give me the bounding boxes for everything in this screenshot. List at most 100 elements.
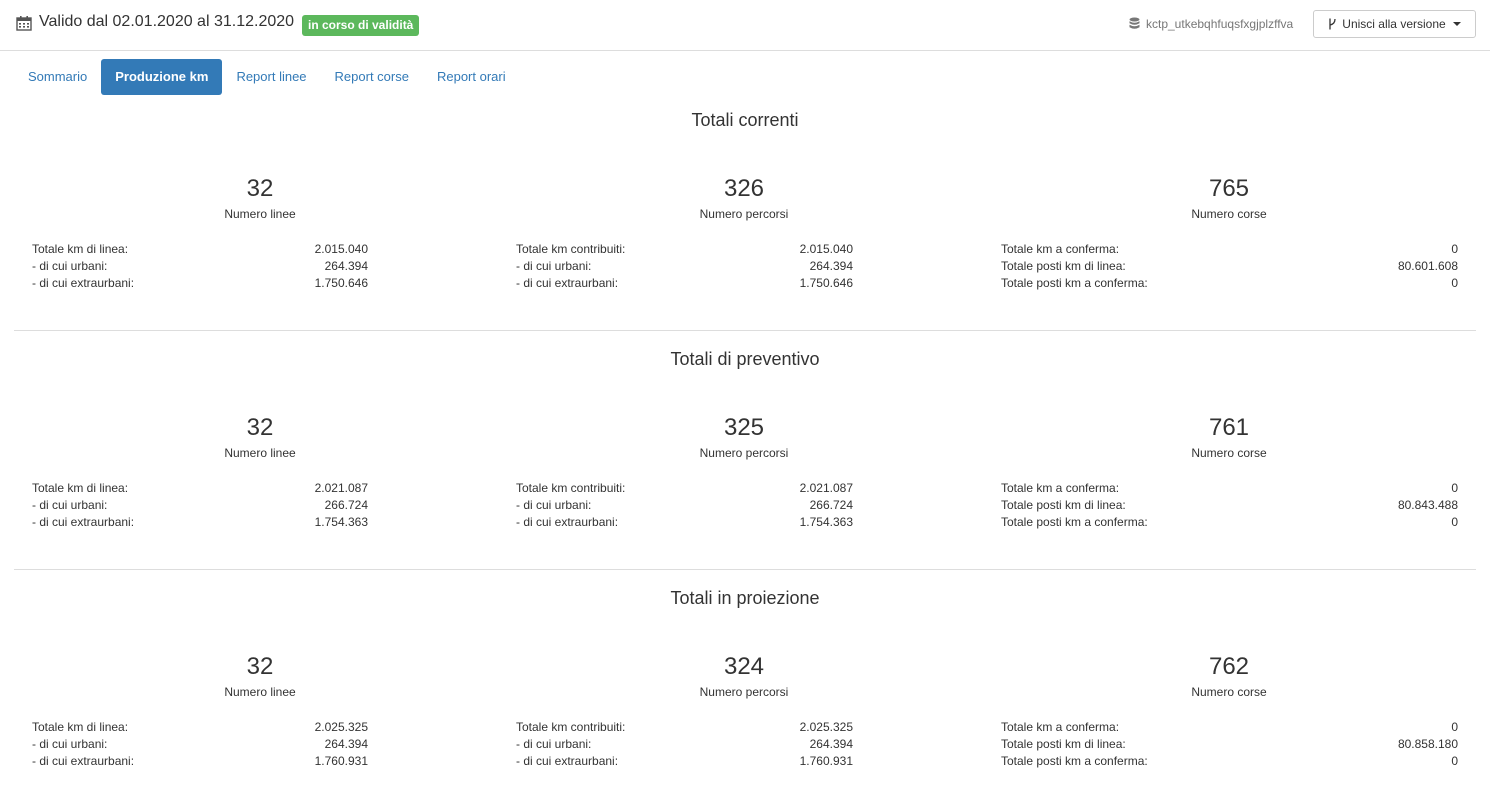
stat-value: 2.015.040 (799, 242, 853, 256)
stat-value: 80.843.488 (1397, 498, 1458, 512)
lines-count: 32 (246, 653, 274, 680)
validity-period: Valido dal 02.01.2020 al 31.12.2020 (39, 13, 295, 30)
stat-label: Totale km a conferma: (1001, 720, 1120, 734)
status-badge: in corso di validità (302, 15, 420, 36)
stat-label: Totale km contribuiti: (516, 481, 626, 495)
lines-count-label: Numero linee (224, 685, 296, 699)
stat-value: 1.750.646 (314, 276, 368, 290)
stat-value: 0 (1451, 242, 1458, 256)
stat-value: 1.760.931 (799, 754, 853, 768)
stat-label: - di cui urbani: (516, 737, 592, 751)
stat-value: 266.724 (809, 498, 853, 512)
stat-value: 1.754.363 (314, 515, 368, 529)
stat-row: Totale posti km a conferma: 0 (1001, 275, 1458, 292)
stat-value: 1.754.363 (799, 515, 853, 529)
totals-section-2: Totali di preventivo 32 Numero linee Tot… (14, 331, 1476, 570)
stat-label: - di cui urbani: (32, 737, 108, 751)
stat-label: - di cui extraurbani: (516, 515, 619, 529)
stat-row: Totale posti km di linea: 80.843.488 (1001, 497, 1458, 514)
stat-row: Totale km a conferma: 0 (1001, 480, 1458, 497)
stat-row: Totale km contribuiti: 2.015.040 (516, 241, 853, 258)
stat-value: 266.724 (324, 498, 368, 512)
routes-count-label: Numero percorsi (699, 685, 789, 699)
trips-count: 762 (1208, 653, 1250, 680)
stat-value: 2.025.325 (314, 720, 368, 734)
trips-km-list: Totale km a conferma: 0 Totale posti km di… (1001, 241, 1458, 292)
stat-label: - di cui extraurbani: (32, 754, 135, 768)
stat-row: - di cui urbani: 264.394 (516, 736, 853, 753)
stat-row: - di cui urbani: 264.394 (32, 258, 368, 275)
stat-label: Totale km di linea: (32, 481, 129, 495)
stat-label: Totale km a conferma: (1001, 242, 1120, 256)
stat-row: Totale km di linea: 2.015.040 (32, 241, 368, 258)
stat-label: - di cui urbani: (516, 259, 592, 273)
trips-count: 765 (1208, 175, 1250, 202)
stat-row: Totale posti km di linea: 80.601.608 (1001, 258, 1458, 275)
chevron-down-icon (1452, 22, 1461, 26)
stat-value: 0 (1451, 515, 1458, 529)
routes-count-label: Numero percorsi (699, 207, 789, 221)
stat-value: 264.394 (809, 259, 853, 273)
stat-label: - di cui urbani: (32, 498, 108, 512)
trips-count-label: Numero corse (1191, 207, 1267, 221)
section-title: Totali in proiezione (670, 588, 820, 608)
stat-row: Totale km di linea: 2.021.087 (32, 480, 368, 497)
routes-km-list: Totale km contribuiti: 2.025.325 - di cui … (516, 719, 853, 770)
tab-report-corse[interactable]: Report corse (321, 59, 423, 95)
stat-label: - di cui extraurbani: (516, 754, 619, 768)
stat-label: Totale km contribuiti: (516, 720, 626, 734)
stat-value: 2.015.040 (314, 242, 368, 256)
stat-row: Totale posti km a conferma: 0 (1001, 514, 1458, 531)
lines-count-label: Numero linee (224, 207, 296, 221)
trips-km-list: Totale km a conferma: 0 Totale posti km di… (1001, 480, 1458, 531)
routes-count-label: Numero percorsi (699, 446, 789, 460)
tab-report-orari[interactable]: Report orari (423, 59, 520, 95)
stat-value: 0 (1451, 720, 1458, 734)
tab-produzione-km[interactable]: Produzione km (101, 59, 223, 95)
stat-row: Totale km di linea: 2.025.325 (32, 719, 368, 736)
stat-value: 1.750.646 (799, 276, 853, 290)
stat-label: Totale posti km a conferma: (1001, 754, 1148, 768)
trips-km-list: Totale km a conferma: 0 Totale posti km di… (1001, 719, 1458, 770)
stat-value: 2.025.325 (799, 720, 853, 734)
stat-value: 1.760.931 (314, 754, 368, 768)
report-tabs: Sommario Produzione km Report linee Repo… (14, 59, 520, 95)
routes-km-list: Totale km contribuiti: 2.021.087 - di cui … (516, 480, 853, 531)
stat-row: - di cui urbani: 264.394 (32, 736, 368, 753)
stat-row: - di cui urbani: 266.724 (32, 497, 368, 514)
stat-label: - di cui urbani: (32, 259, 108, 273)
stat-value: 264.394 (324, 259, 368, 273)
lines-km-list: Totale km di linea: 2.025.325 - di cui urb… (32, 719, 368, 770)
lines-km-list: Totale km di linea: 2.021.087 - di cui urb… (32, 480, 368, 531)
stat-label: - di cui urbani: (516, 498, 592, 512)
stat-label: - di cui extraurbani: (32, 276, 135, 290)
routes-count: 324 (723, 653, 765, 680)
stat-row: - di cui extraurbani: 1.750.646 (32, 275, 368, 292)
routes-count: 325 (723, 414, 765, 441)
stat-label: - di cui extraurbani: (516, 276, 619, 290)
trips-count-label: Numero corse (1191, 446, 1267, 460)
stat-value: 264.394 (809, 737, 853, 751)
stat-row: Totale posti km di linea: 80.858.180 (1001, 736, 1458, 753)
stat-row: Totale posti km a conferma: 0 (1001, 753, 1458, 770)
stat-label: - di cui extraurbani: (32, 515, 135, 529)
stat-label: Totale posti km di linea: (1001, 498, 1126, 512)
stat-row: Totale km contribuiti: 2.021.087 (516, 480, 853, 497)
merge-version-label: Unisci alla versione (1342, 17, 1446, 31)
stat-row: - di cui extraurbani: 1.760.931 (32, 753, 368, 770)
stat-label: Totale km di linea: (32, 720, 129, 734)
stat-label: Totale posti km di linea: (1001, 259, 1126, 273)
tab-report-linee[interactable]: Report linee (222, 59, 320, 95)
stat-value: 264.394 (324, 737, 368, 751)
database-name: kctp_utkebqhfuqsfxgjplzffva (1146, 17, 1294, 31)
stat-row: Totale km contribuiti: 2.025.325 (516, 719, 853, 736)
calendar-icon (16, 16, 32, 31)
trips-count-label: Numero corse (1191, 685, 1267, 699)
stat-label: Totale posti km a conferma: (1001, 515, 1148, 529)
stat-row: - di cui extraurbani: 1.754.363 (32, 514, 368, 531)
stat-label: Totale km di linea: (32, 242, 129, 256)
stat-row: - di cui extraurbani: 1.760.931 (516, 753, 853, 770)
stat-value: 80.601.608 (1397, 259, 1458, 273)
merge-version-button[interactable]: Unisci alla versione (1313, 10, 1476, 38)
tab-sommario[interactable]: Sommario (14, 59, 101, 95)
